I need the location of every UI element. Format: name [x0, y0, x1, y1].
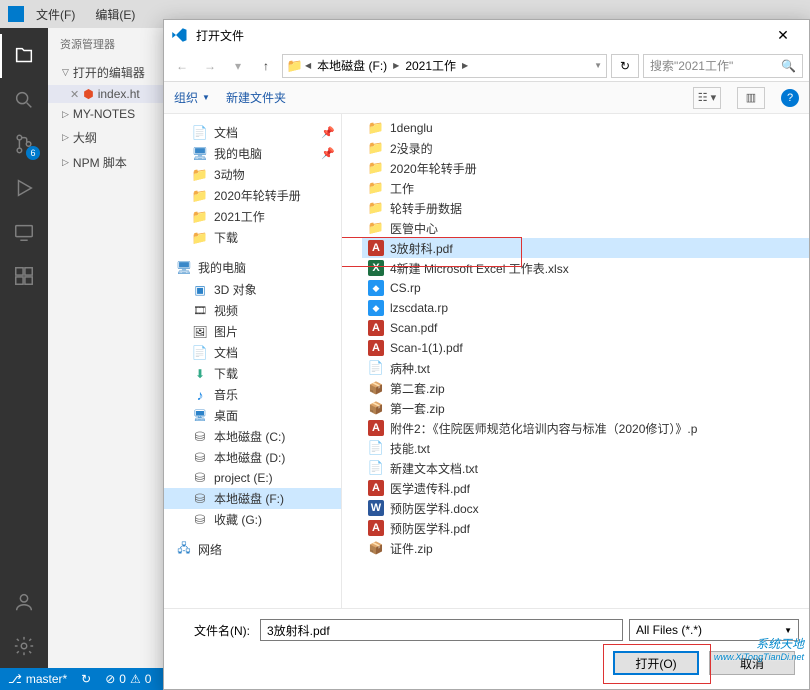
- menu-edit[interactable]: 编辑(E): [87, 6, 143, 23]
- settings-icon[interactable]: [0, 624, 48, 668]
- nav-item[interactable]: 桌面: [164, 405, 341, 426]
- preview-pane-button[interactable]: ▥: [737, 87, 765, 109]
- nav-recent-button[interactable]: ▾: [226, 54, 250, 78]
- file-row[interactable]: 病种.txt: [362, 358, 809, 378]
- file-row[interactable]: 预防医学科.pdf: [362, 518, 809, 538]
- sidebar-title: 资源管理器: [48, 28, 163, 60]
- file-row[interactable]: lzscdata.rp: [362, 298, 809, 318]
- file-row[interactable]: Scan-1(1).pdf: [362, 338, 809, 358]
- npm-scripts-section[interactable]: ▷NPM 脚本: [48, 150, 163, 175]
- nav-forward-button: →: [198, 54, 222, 78]
- close-icon[interactable]: ✕: [70, 88, 79, 101]
- nav-item[interactable]: 文档📌: [164, 122, 341, 143]
- breadcrumb-seg[interactable]: 本地磁盘 (F:): [313, 57, 391, 74]
- new-folder-button[interactable]: 新建文件夹: [226, 89, 286, 106]
- nav-item[interactable]: 2021工作: [164, 206, 341, 227]
- dialog-close-button[interactable]: ✕: [763, 21, 803, 49]
- filename-label: 文件名(N):: [174, 622, 254, 639]
- file-row[interactable]: 医学遗传科.pdf: [362, 478, 809, 498]
- nav-item[interactable]: 收藏 (G:): [164, 509, 341, 530]
- folder-icon: [287, 58, 303, 74]
- html5-icon: ⬢: [83, 87, 93, 101]
- status-branch[interactable]: ⎇ master*: [8, 672, 67, 686]
- view-mode-button[interactable]: ☷ ▾: [693, 87, 721, 109]
- address-bar[interactable]: ◀ 本地磁盘 (F:) ▶ 2021工作 ▶ ▼: [282, 54, 607, 78]
- run-debug-icon[interactable]: [0, 166, 48, 210]
- filename-input[interactable]: [260, 619, 623, 641]
- file-row[interactable]: CS.rp: [362, 278, 809, 298]
- open-button[interactable]: 打开(O): [613, 651, 699, 675]
- file-row[interactable]: 证件.zip: [362, 538, 809, 558]
- file-name: index.ht: [98, 87, 140, 101]
- nav-item[interactable]: 本地磁盘 (C:): [164, 426, 341, 447]
- open-file[interactable]: ✕ ⬢ index.ht: [48, 85, 163, 103]
- status-sync[interactable]: ↻: [81, 672, 91, 686]
- nav-up-button[interactable]: ↑: [254, 54, 278, 78]
- file-row[interactable]: 1denglu: [362, 118, 809, 138]
- file-row[interactable]: 工作: [362, 178, 809, 198]
- explorer-icon[interactable]: [0, 34, 48, 78]
- status-problems[interactable]: ⊘ 0 ⚠ 0: [105, 672, 151, 686]
- breadcrumb-seg[interactable]: 2021工作: [401, 57, 460, 74]
- file-row[interactable]: 轮转手册数据: [362, 198, 809, 218]
- nav-item[interactable]: 3D 对象: [164, 279, 341, 300]
- file-row[interactable]: 第二套.zip: [362, 378, 809, 398]
- search-input[interactable]: 搜索"2021工作" 🔍: [643, 54, 803, 78]
- file-row[interactable]: 医管中心: [362, 218, 809, 238]
- nav-back-button[interactable]: ←: [170, 54, 194, 78]
- this-pc-header[interactable]: 我的电脑: [164, 256, 341, 279]
- file-row[interactable]: 第一套.zip: [362, 398, 809, 418]
- help-button[interactable]: ?: [781, 89, 799, 107]
- file-row[interactable]: 技能.txt: [362, 438, 809, 458]
- nav-item[interactable]: 视频: [164, 300, 341, 321]
- file-row[interactable]: 新建文本文档.txt: [362, 458, 809, 478]
- dialog-nav: ← → ▾ ↑ ◀ 本地磁盘 (F:) ▶ 2021工作 ▶ ▼ ↻ 搜索"20…: [164, 50, 809, 82]
- extensions-icon[interactable]: [0, 254, 48, 298]
- file-row[interactable]: 4新建 Microsoft Excel 工作表.xlsx: [362, 258, 809, 278]
- nav-item[interactable]: 图片: [164, 321, 341, 342]
- file-list: 1denglu2没录的2020年轮转手册工作轮转手册数据医管中心3放射科.pdf…: [342, 114, 809, 608]
- file-row[interactable]: 2没录的: [362, 138, 809, 158]
- menu-file[interactable]: 文件(F): [28, 6, 83, 23]
- file-row[interactable]: Scan.pdf: [362, 318, 809, 338]
- network-header[interactable]: 网络: [164, 538, 341, 561]
- dialog-toolbar: 组织 ▼ 新建文件夹 ☷ ▾ ▥ ?: [164, 82, 809, 114]
- nav-item[interactable]: 文档: [164, 342, 341, 363]
- nav-item[interactable]: 本地磁盘 (F:): [164, 488, 341, 509]
- accounts-icon[interactable]: [0, 580, 48, 624]
- vscode-logo: [8, 6, 24, 22]
- nav-item[interactable]: 下载: [164, 227, 341, 248]
- nav-item[interactable]: 3动物: [164, 164, 341, 185]
- nav-item[interactable]: project (E:): [164, 468, 341, 488]
- file-row[interactable]: 附件2：《住院医师规范化培训内容与标准（2020修订）》.p: [362, 418, 809, 438]
- nav-item[interactable]: 音乐: [164, 384, 341, 405]
- navigation-pane: 文档📌我的电脑📌3动物2020年轮转手册2021工作下载 我的电脑 3D 对象视…: [164, 114, 342, 608]
- nav-item[interactable]: 2020年轮转手册: [164, 185, 341, 206]
- organize-button[interactable]: 组织 ▼: [174, 89, 210, 106]
- file-row[interactable]: 2020年轮转手册: [362, 158, 809, 178]
- watermark: 系统天地 www.XiTongTianDi.net: [714, 635, 804, 662]
- my-notes-section[interactable]: ▷MY-NOTES: [48, 103, 163, 125]
- outline-section[interactable]: ▷大纲: [48, 125, 163, 150]
- remote-icon[interactable]: [0, 210, 48, 254]
- dialog-title-bar: 打开文件 ✕: [164, 20, 809, 50]
- file-row[interactable]: 3放射科.pdf: [362, 238, 809, 258]
- file-row[interactable]: 预防医学科.docx: [362, 498, 809, 518]
- sidebar: 资源管理器 ▽打开的编辑器 ✕ ⬢ index.ht ▷MY-NOTES ▷大纲…: [48, 28, 163, 668]
- nav-item[interactable]: 下载: [164, 363, 341, 384]
- search-icon[interactable]: [0, 78, 48, 122]
- nav-item[interactable]: 本地磁盘 (D:): [164, 447, 341, 468]
- nav-item[interactable]: 我的电脑📌: [164, 143, 341, 164]
- refresh-button[interactable]: ↻: [611, 54, 639, 78]
- dialog-title: 打开文件: [196, 27, 244, 44]
- activity-bar: 6: [0, 28, 48, 668]
- dialog-footer: 文件名(N): All Files (*.*)▼ 打开(O) 取消: [164, 608, 809, 689]
- file-open-dialog: 打开文件 ✕ ← → ▾ ↑ ◀ 本地磁盘 (F:) ▶ 2021工作 ▶ ▼ …: [163, 19, 810, 690]
- open-editors-section[interactable]: ▽打开的编辑器: [48, 60, 163, 85]
- vscode-icon: [170, 26, 188, 44]
- search-icon: 🔍: [781, 59, 796, 73]
- source-control-icon[interactable]: 6: [0, 122, 48, 166]
- dialog-body: 文档📌我的电脑📌3动物2020年轮转手册2021工作下载 我的电脑 3D 对象视…: [164, 114, 809, 608]
